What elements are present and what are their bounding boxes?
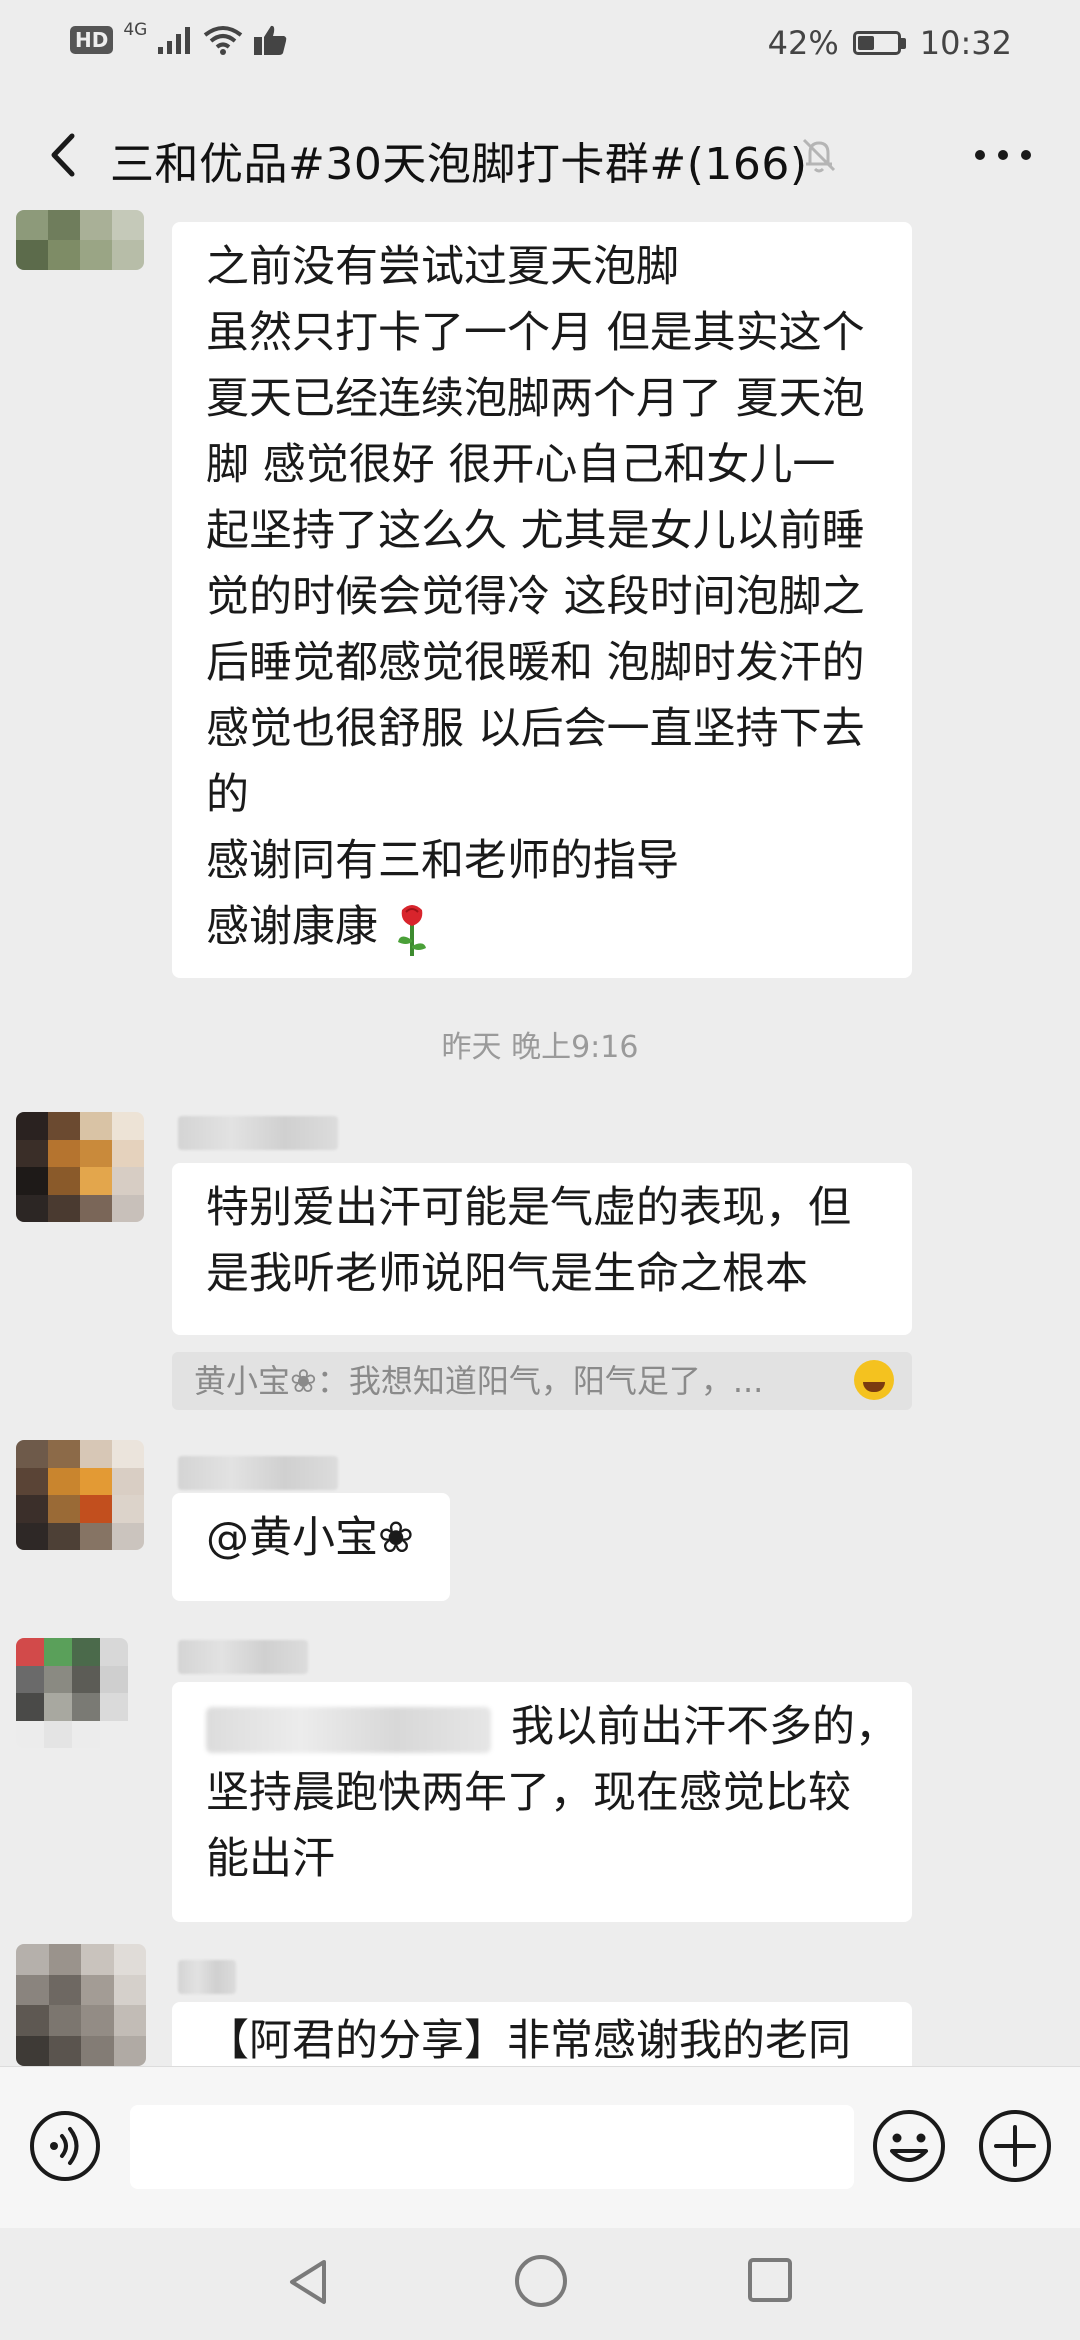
system-nav-bar (0, 2228, 1080, 2340)
plus-icon[interactable] (976, 2107, 1054, 2185)
sender-name-blurred (178, 1960, 236, 1994)
message-line: 后睡觉都感觉很暖和 泡脚时发汗的 (206, 638, 865, 688)
sender-name-blurred (178, 1640, 308, 1674)
back-arrow-icon[interactable] (30, 120, 100, 190)
message-line: 是我听老师说阳气是生命之根本 (206, 1249, 808, 1299)
message-line: 起坚持了这么久 尤其是女儿以前睡 (206, 506, 865, 556)
chat-header: 三和优品#30天泡脚打卡群#(166) (0, 110, 1080, 202)
message-line: 【阿君的分享】非常感谢我的老同 (206, 2016, 851, 2066)
message-line: 特别爱出汗可能是气虚的表现，但 (206, 1183, 851, 1233)
message-line: 夏天已经连续泡脚两个月了 夏天泡 (206, 374, 865, 424)
network-type: 4G (123, 20, 148, 40)
message-bubble[interactable]: 我以前出汗不多的， 坚持晨跑快两年了，现在感觉比较 能出汗 (172, 1682, 912, 1922)
message-line: 虽然只打卡了一个月 但是其实这个 (206, 308, 865, 358)
timestamp-divider: 昨天 晚上9:16 (441, 1030, 639, 1065)
message-line: 感觉也很舒服 以后会一直坚持下去 (206, 704, 865, 754)
status-right: 42% 10:32 (768, 24, 1012, 62)
clock: 10:32 (919, 24, 1012, 62)
nav-home-icon[interactable] (510, 2250, 572, 2312)
thumbs-up-icon (254, 25, 287, 55)
emoji-icon[interactable] (870, 2107, 948, 2185)
message-line: 感谢同有三和老师的指导 (206, 836, 679, 886)
quoted-message[interactable]: 黄小宝❀：我想知道阳气，阳气足了，... (172, 1352, 912, 1410)
avatar[interactable] (16, 210, 144, 270)
message-bubble[interactable]: 之前没有尝试过夏天泡脚 虽然只打卡了一个月 但是其实这个 夏天已经连续泡脚两个月… (172, 222, 912, 978)
message-line: @黄小宝❀ (206, 1513, 415, 1563)
chat-title: 三和优品#30天泡脚打卡群#(166) (110, 139, 808, 190)
rose-icon (397, 904, 426, 956)
avatar[interactable] (16, 1638, 128, 1748)
message-line: 觉的时候会觉得冷 这段时间泡脚之 (206, 572, 865, 622)
message-line: 我以前出汗不多的， (511, 1702, 898, 1752)
quote-text: 黄小宝❀：我想知道阳气，阳气足了，... (194, 1362, 764, 1400)
nav-recent-icon[interactable] (742, 2252, 798, 2308)
message-input[interactable] (130, 2105, 854, 2189)
mute-bell-icon (802, 138, 836, 173)
laughing-tears-icon (854, 1360, 894, 1400)
message-line: 之前没有尝试过夏天泡脚 (206, 242, 679, 292)
voice-icon[interactable] (28, 2109, 102, 2183)
message-line: 能出汗 (206, 1834, 335, 1884)
message-bubble[interactable]: @黄小宝❀ (172, 1493, 450, 1601)
avatar[interactable] (16, 1440, 144, 1550)
sender-name-blurred (178, 1456, 338, 1490)
message-bubble[interactable]: 【阿君的分享】非常感谢我的老同 (172, 2002, 912, 2066)
message-bubble[interactable]: 特别爱出汗可能是气虚的表现，但 是我听老师说阳气是生命之根本 (172, 1163, 912, 1335)
message-line: 坚持晨跑快两年了，现在感觉比较 (206, 1768, 851, 1818)
signal-icon (158, 27, 191, 54)
mention-blurred (206, 1706, 491, 1753)
status-left: HD 4G (70, 20, 287, 56)
chat-input-bar (0, 2066, 1080, 2229)
message-line: 感谢康康 (206, 902, 378, 952)
message-line: 脚 感觉很好 很开心自己和女儿一 (206, 440, 836, 490)
hd-badge: HD (70, 26, 114, 54)
wifi-icon (204, 26, 243, 55)
avatar[interactable] (16, 1944, 146, 2066)
sender-name-blurred (178, 1116, 338, 1150)
status-bar: HD 4G 42% 10:32 (0, 0, 1080, 92)
more-dots-icon[interactable] (968, 130, 1038, 180)
battery-icon (852, 31, 906, 55)
avatar[interactable] (16, 1112, 144, 1222)
nav-back-icon[interactable] (280, 2252, 340, 2312)
battery-percent: 42% (767, 24, 839, 62)
message-line: 的 (206, 770, 249, 820)
